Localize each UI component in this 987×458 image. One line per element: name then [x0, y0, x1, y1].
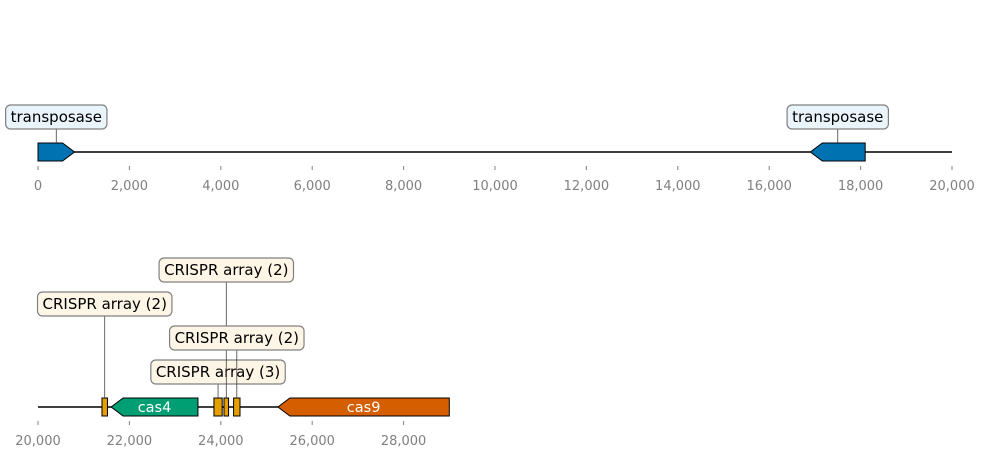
genome-map: 0 2,000 4,000 6,000 8,000 10,000 12,000 14,000 1…: [5, 104, 975, 449]
tick-label: 8,000: [385, 179, 422, 194]
transposase-gene[interactable]: [37, 142, 76, 162]
gene-label: cas9: [347, 400, 381, 416]
feature-label: CRISPR array (2): [43, 295, 167, 313]
tick-label: 6,000: [294, 179, 331, 194]
tick-label: 12,000: [564, 179, 610, 194]
tick-label: 26,000: [289, 434, 335, 449]
tick-label: 22,000: [107, 434, 153, 449]
tick-label: 18,000: [838, 179, 884, 194]
crispr-array[interactable]: [233, 397, 241, 417]
transposase-gene[interactable]: [809, 142, 866, 162]
tick-label: 2,000: [111, 179, 148, 194]
feature-label: CRISPR array (2): [175, 329, 299, 347]
tick-label: 24,000: [198, 434, 244, 449]
feature-label: transposase: [792, 108, 883, 126]
crispr-array[interactable]: [213, 397, 223, 417]
tick-label: 4,000: [202, 179, 239, 194]
track-bottom: 20,000 22,000 24,000 26,000 28,000 CRISPR arr…: [15, 257, 450, 449]
tick-label: 16,000: [746, 179, 792, 194]
track-top: 0 2,000 4,000 6,000 8,000 10,000 12,000 14,000 1…: [5, 104, 975, 194]
crispr-array[interactable]: [101, 397, 108, 417]
tick-label: 20,000: [15, 434, 61, 449]
feature-label: transposase: [11, 108, 102, 126]
feature-label: CRISPR array (2): [164, 261, 288, 279]
tick-label: 14,000: [655, 179, 701, 194]
tick-label: 0: [34, 179, 42, 194]
feature-label: CRISPR array (3): [156, 363, 280, 381]
tick-label: 10,000: [472, 179, 518, 194]
tick-label: 28,000: [381, 434, 427, 449]
tick-label: 20,000: [929, 179, 975, 194]
crispr-array[interactable]: [223, 397, 230, 417]
gene-label: cas4: [138, 400, 172, 416]
